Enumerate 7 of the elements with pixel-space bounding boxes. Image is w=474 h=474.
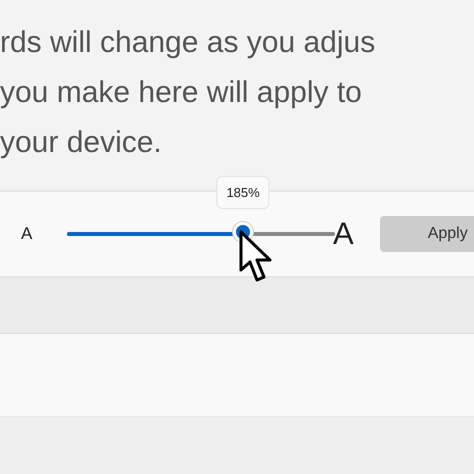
description-text: your device. [0, 125, 163, 161]
value-tooltip: 185% [216, 176, 270, 209]
small-text-label: A [21, 224, 34, 244]
large-text-label: A [333, 216, 354, 252]
description-text: you make here will apply to [0, 75, 363, 111]
description-text: rds will change as you adjus [0, 25, 376, 61]
apply-button[interactable]: Apply [380, 216, 474, 252]
